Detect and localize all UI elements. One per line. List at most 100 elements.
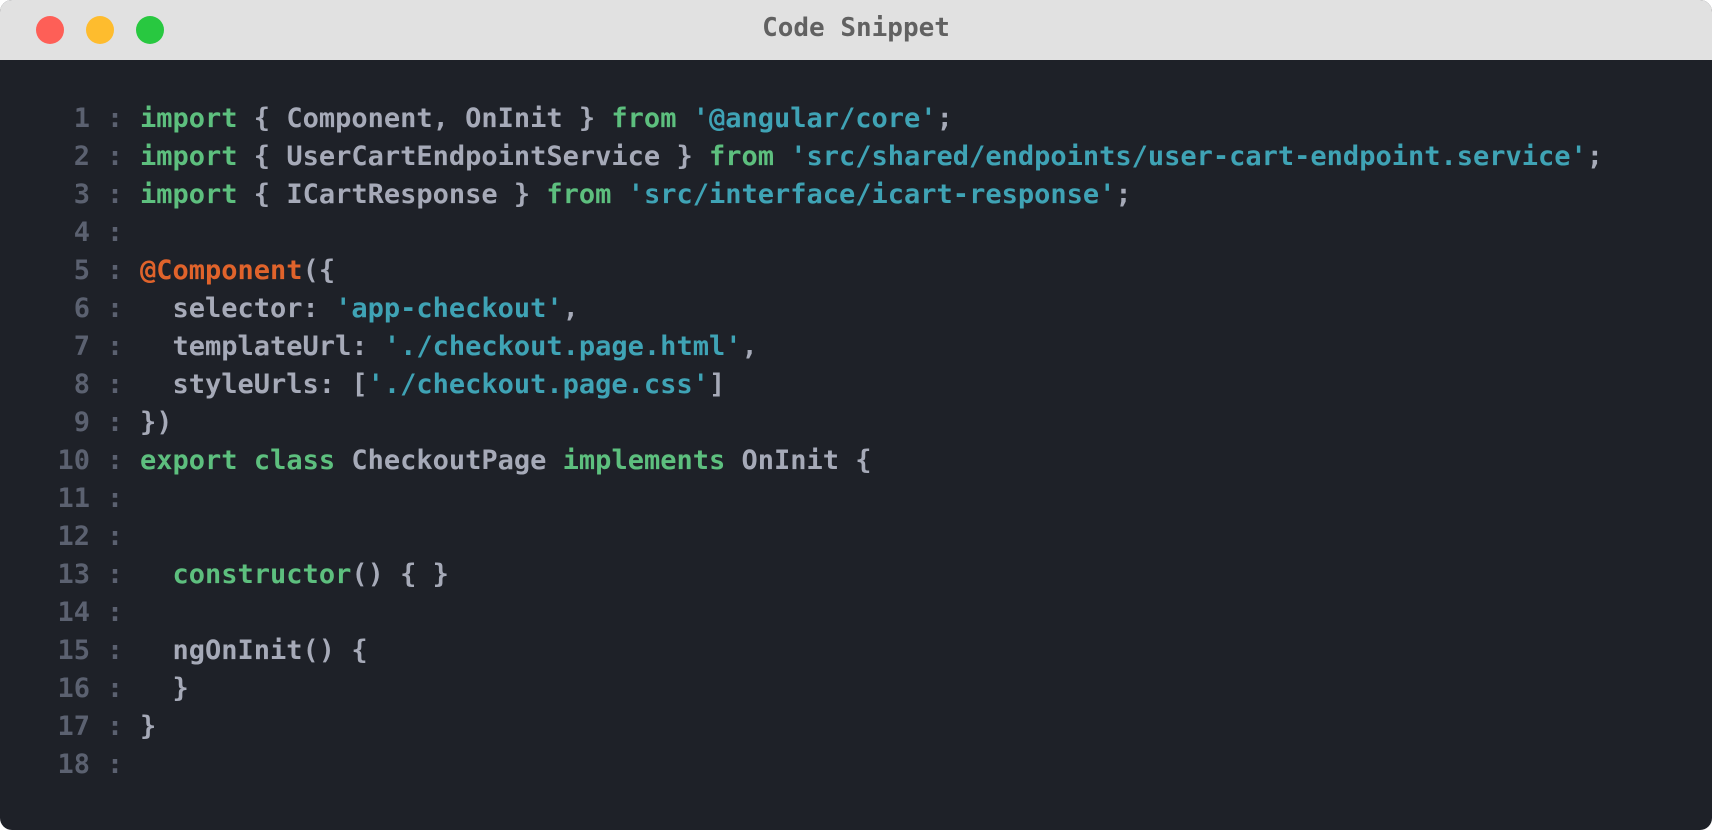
line-code: } xyxy=(140,670,189,708)
code-line: 11: xyxy=(0,480,1712,518)
line-separator: : xyxy=(106,711,124,742)
line-separator: : xyxy=(106,559,124,590)
line-separator: : xyxy=(106,597,124,628)
line-code: } xyxy=(140,708,156,746)
code-token-string: 'src/interface/icart-response' xyxy=(627,179,1116,210)
line-code: constructor() { } xyxy=(140,556,449,594)
line-number: 5 xyxy=(73,255,90,286)
line-number: 10 xyxy=(57,445,90,476)
code-token-string: './checkout.page.css' xyxy=(367,369,709,400)
line-number: 8 xyxy=(73,369,90,400)
line-separator: : xyxy=(106,141,124,172)
line-number: 12 xyxy=(57,521,90,552)
code-line: 1: import { Component, OnInit } from '@an… xyxy=(0,100,1712,138)
code-token-plain: ; xyxy=(1586,141,1604,172)
code-token-plain: OnInit { xyxy=(725,445,872,476)
line-code: import { ICartResponse } from 'src/inter… xyxy=(140,176,1132,214)
line-separator: : xyxy=(106,407,124,438)
code-line: 10: export class CheckoutPage implements … xyxy=(0,442,1712,480)
line-code: @Component({ xyxy=(140,252,335,290)
code-token-keyword: constructor xyxy=(172,559,352,590)
line-separator: : xyxy=(106,255,124,286)
code-token-plain: { ICartResponse } xyxy=(237,179,547,210)
line-code: templateUrl: './checkout.page.html', xyxy=(140,328,758,366)
line-separator: : xyxy=(106,103,124,134)
line-separator: : xyxy=(106,331,124,362)
code-token-plain: () { } xyxy=(351,559,449,590)
code-token-string: '@angular/core' xyxy=(692,103,937,134)
line-code: export class CheckoutPage implements OnI… xyxy=(140,442,872,480)
code-token-plain: ({ xyxy=(302,255,336,286)
line-number: 1 xyxy=(73,103,90,134)
line-separator: : xyxy=(106,217,124,248)
line-number: 16 xyxy=(57,673,90,704)
code-line: 9:}) xyxy=(0,404,1712,442)
line-number: 14 xyxy=(57,597,90,628)
code-line: 13: constructor() { } xyxy=(0,556,1712,594)
code-token-keyword: export xyxy=(140,445,238,476)
line-separator: : xyxy=(106,749,124,780)
code-token-plain: CheckoutPage xyxy=(335,445,563,476)
line-code: selector: 'app-checkout', xyxy=(140,290,579,328)
line-number: 11 xyxy=(57,483,90,514)
code-token-plain: , xyxy=(562,293,579,324)
code-line: 17:} xyxy=(0,708,1712,746)
code-line: 18: xyxy=(0,746,1712,784)
code-view[interactable]: 1: import { Component, OnInit } from '@an… xyxy=(0,100,1712,784)
code-token-keyword: class xyxy=(253,445,336,476)
window-title: Code Snippet xyxy=(762,13,950,43)
line-number: 4 xyxy=(73,217,90,248)
code-token-plain: { UserCartEndpointService } xyxy=(237,141,709,172)
code-token-plain: ; xyxy=(936,103,953,134)
code-token-decorator: @Component xyxy=(140,255,303,286)
code-line: 6: selector: 'app-checkout', xyxy=(0,290,1712,328)
code-token-plain: styleUrls: [ xyxy=(140,369,368,400)
code-token-keyword: from xyxy=(708,141,774,172)
line-separator: : xyxy=(106,369,124,400)
code-line: 7: templateUrl: './checkout.page.html', xyxy=(0,328,1712,366)
code-token-plain: { Component, OnInit } xyxy=(237,103,612,134)
code-line: 16: } xyxy=(0,670,1712,708)
code-token-plain: } xyxy=(140,711,157,742)
code-token-keyword: from xyxy=(546,179,612,210)
line-separator: : xyxy=(106,445,124,476)
line-code: ngOnInit() { xyxy=(140,632,368,670)
line-code: import { UserCartEndpointService } from … xyxy=(140,138,1603,176)
code-token-string: 'src/shared/endpoints/user-cart-endpoint… xyxy=(790,141,1587,172)
line-separator: : xyxy=(106,673,124,704)
code-token-keyword: import xyxy=(140,141,238,172)
code-token-plain: templateUrl: xyxy=(140,331,384,362)
line-separator: : xyxy=(106,179,124,210)
code-token-string: 'app-checkout' xyxy=(335,293,563,324)
line-number: 18 xyxy=(57,749,90,780)
code-line: 14: xyxy=(0,594,1712,632)
line-number: 3 xyxy=(73,179,90,210)
line-number: 17 xyxy=(57,711,90,742)
code-token-plain: , xyxy=(741,331,758,362)
line-separator: : xyxy=(106,483,124,514)
code-token-string: './checkout.page.html' xyxy=(383,331,742,362)
line-separator: : xyxy=(106,635,124,666)
code-line: 4: xyxy=(0,214,1712,252)
code-token-keyword: from xyxy=(611,103,677,134)
code-token-plain: ngOnInit() { xyxy=(140,635,368,666)
code-snippet-window: Code Snippet 1: import { Component, OnIni… xyxy=(0,0,1712,830)
line-number: 6 xyxy=(73,293,90,324)
line-separator: : xyxy=(106,521,124,552)
code-token-plain: ] xyxy=(708,369,726,400)
code-token-plain: selector: xyxy=(140,293,336,324)
line-number: 13 xyxy=(57,559,90,590)
line-number: 7 xyxy=(73,331,90,362)
line-number: 9 xyxy=(73,407,90,438)
line-code: styleUrls: ['./checkout.page.css'] xyxy=(140,366,726,404)
code-token-plain: ; xyxy=(1115,179,1132,210)
line-number: 2 xyxy=(73,141,90,172)
code-line: 12: xyxy=(0,518,1712,556)
code-token-keyword: import xyxy=(140,179,238,210)
title-bar: Code Snippet xyxy=(0,0,1712,60)
code-line: 2: import { UserCartEndpointService } fro… xyxy=(0,138,1712,176)
